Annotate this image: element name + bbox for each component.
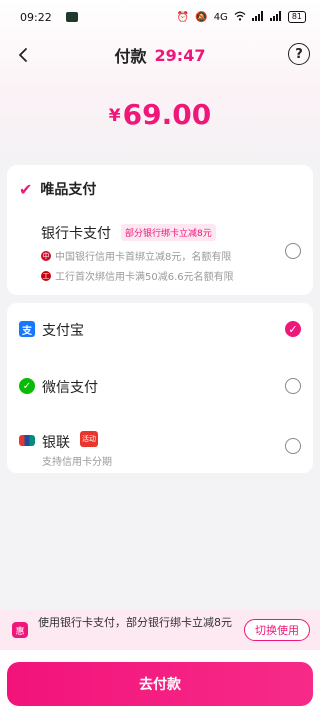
icbc-offer: 工 工行首次绑信用卡满50减6.6元名额有限: [41, 268, 234, 283]
unionpay-icon: [19, 435, 35, 446]
network-type: 4G: [213, 11, 228, 23]
alipay-option[interactable]: 支 支付宝 ✓: [7, 309, 313, 349]
back-button[interactable]: [8, 40, 38, 70]
amount-value: 69.00: [122, 98, 212, 131]
unionpay-promo-badge-icon: 活动: [80, 431, 98, 447]
icbc-bank-icon: 工: [41, 270, 51, 281]
vip-pay-card: ✔ 唯品支付 银行卡支付 部分银行绑卡立减8元 中 中国银行信用卡首绑立减8元，…: [7, 165, 313, 295]
signal-icon-2: [269, 10, 282, 24]
app-notification-icon: [65, 12, 78, 22]
icbc-offer-text: 工行首次绑信用卡满50减6.6元名额有限: [55, 272, 234, 283]
wechat-pay-icon: ✓: [19, 378, 35, 394]
wechat-pay-radio[interactable]: [285, 378, 301, 394]
page-title: 付款: [114, 47, 147, 66]
unionpay-option[interactable]: 银联 活动 支持信用卡分期: [7, 421, 313, 471]
status-time: 09:22: [20, 10, 52, 24]
tip-text: 使用银行卡支付，部分银行绑卡立减8元: [38, 616, 232, 629]
bank-card-radio[interactable]: [285, 243, 301, 259]
page-header: 付款 29:47 ?: [0, 40, 320, 70]
footer: 去付款: [0, 650, 320, 715]
payment-countdown: 29:47: [154, 45, 206, 65]
mute-icon: 🔕: [195, 11, 208, 23]
signal-icon: [251, 10, 264, 24]
vip-logo-icon: ✔: [19, 179, 33, 199]
currency-symbol: ¥: [108, 106, 121, 126]
vip-pay-title: 唯品支付: [40, 182, 97, 198]
payment-methods-card: 支 支付宝 ✓ ✓ 微信支付 银联 活动 支持信用卡分期: [7, 303, 313, 473]
alipay-radio[interactable]: ✓: [285, 321, 301, 337]
wifi-icon: [234, 11, 246, 24]
switch-payment-button[interactable]: 切换使用: [244, 619, 310, 641]
alarm-icon: ⏰: [176, 11, 190, 23]
vip-pay-header: ✔ 唯品支付: [19, 179, 96, 199]
bank-card-label: 银行卡支付: [41, 226, 111, 242]
chevron-left-icon: [19, 48, 27, 62]
alipay-icon: 支: [19, 321, 35, 337]
unionpay-radio[interactable]: [285, 438, 301, 454]
boc-bank-icon: 中: [41, 250, 51, 261]
boc-offer: 中 中国银行信用卡首绑立减8元，名额有限: [41, 248, 231, 263]
question-mark-icon: ?: [295, 46, 303, 62]
wechat-pay-label: 微信支付: [42, 380, 98, 396]
unionpay-sub-label: 支持信用卡分期: [42, 457, 112, 468]
status-icons: ⏰ 🔕 4G 81: [176, 10, 306, 24]
alipay-label: 支付宝: [42, 323, 84, 339]
unionpay-label: 银联: [42, 435, 70, 451]
help-button[interactable]: ?: [288, 43, 310, 65]
bank-card-pay-option[interactable]: 银行卡支付 部分银行绑卡立减8元 中 中国银行信用卡首绑立减8元，名额有限 工 …: [7, 215, 313, 290]
bank-promo-tag: 部分银行绑卡立减8元: [121, 224, 216, 241]
boc-offer-text: 中国银行信用卡首绑立减8元，名额有限: [55, 252, 232, 263]
vip-tip-icon: 惠: [12, 622, 28, 638]
status-bar: 09:22 ⏰ 🔕 4G 81: [0, 0, 320, 34]
payment-amount: ¥69.00: [0, 98, 320, 131]
pay-button[interactable]: 去付款: [7, 662, 313, 706]
battery-indicator: 81: [287, 11, 306, 23]
wechat-pay-option[interactable]: ✓ 微信支付: [7, 366, 313, 406]
bank-card-tip-bar: 惠 使用银行卡支付，部分银行绑卡立减8元 切换使用: [0, 610, 320, 650]
